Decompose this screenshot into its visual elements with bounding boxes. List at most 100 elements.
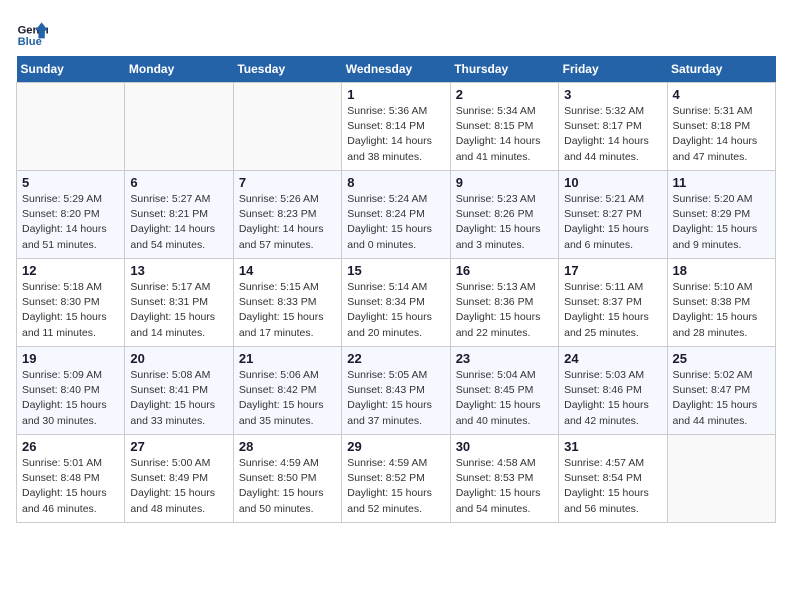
calendar-cell: 28 Sunrise: 4:59 AMSunset: 8:50 PMDayligh… <box>233 435 341 523</box>
weekday-header-monday: Monday <box>125 56 233 83</box>
calendar-cell: 19 Sunrise: 5:09 AMSunset: 8:40 PMDayligh… <box>17 347 125 435</box>
day-number: 23 <box>456 351 553 366</box>
day-number: 31 <box>564 439 661 454</box>
day-info: Sunrise: 5:24 AMSunset: 8:24 PMDaylight:… <box>347 192 444 253</box>
calendar-cell: 11 Sunrise: 5:20 AMSunset: 8:29 PMDayligh… <box>667 171 775 259</box>
weekday-header-tuesday: Tuesday <box>233 56 341 83</box>
page-header: General Blue <box>16 16 776 48</box>
day-number: 8 <box>347 175 444 190</box>
calendar-cell: 9 Sunrise: 5:23 AMSunset: 8:26 PMDaylight… <box>450 171 558 259</box>
day-info: Sunrise: 5:34 AMSunset: 8:15 PMDaylight:… <box>456 104 553 165</box>
calendar-cell: 27 Sunrise: 5:00 AMSunset: 8:49 PMDayligh… <box>125 435 233 523</box>
day-number: 24 <box>564 351 661 366</box>
calendar-cell <box>233 83 341 171</box>
day-number: 2 <box>456 87 553 102</box>
day-info: Sunrise: 5:09 AMSunset: 8:40 PMDaylight:… <box>22 368 119 429</box>
day-info: Sunrise: 5:32 AMSunset: 8:17 PMDaylight:… <box>564 104 661 165</box>
day-number: 27 <box>130 439 227 454</box>
day-number: 21 <box>239 351 336 366</box>
calendar-cell <box>667 435 775 523</box>
calendar-cell: 4 Sunrise: 5:31 AMSunset: 8:18 PMDaylight… <box>667 83 775 171</box>
svg-text:Blue: Blue <box>18 36 42 48</box>
day-number: 11 <box>673 175 770 190</box>
calendar-cell <box>125 83 233 171</box>
day-number: 14 <box>239 263 336 278</box>
day-info: Sunrise: 5:04 AMSunset: 8:45 PMDaylight:… <box>456 368 553 429</box>
calendar-cell: 7 Sunrise: 5:26 AMSunset: 8:23 PMDaylight… <box>233 171 341 259</box>
calendar-cell: 17 Sunrise: 5:11 AMSunset: 8:37 PMDayligh… <box>559 259 667 347</box>
day-info: Sunrise: 5:20 AMSunset: 8:29 PMDaylight:… <box>673 192 770 253</box>
day-number: 25 <box>673 351 770 366</box>
day-info: Sunrise: 5:11 AMSunset: 8:37 PMDaylight:… <box>564 280 661 341</box>
calendar-cell: 29 Sunrise: 4:59 AMSunset: 8:52 PMDayligh… <box>342 435 450 523</box>
day-number: 30 <box>456 439 553 454</box>
weekday-header-friday: Friday <box>559 56 667 83</box>
day-number: 22 <box>347 351 444 366</box>
day-number: 18 <box>673 263 770 278</box>
day-number: 28 <box>239 439 336 454</box>
calendar-cell <box>17 83 125 171</box>
day-info: Sunrise: 5:13 AMSunset: 8:36 PMDaylight:… <box>456 280 553 341</box>
day-info: Sunrise: 5:01 AMSunset: 8:48 PMDaylight:… <box>22 456 119 517</box>
day-info: Sunrise: 5:06 AMSunset: 8:42 PMDaylight:… <box>239 368 336 429</box>
calendar-cell: 24 Sunrise: 5:03 AMSunset: 8:46 PMDayligh… <box>559 347 667 435</box>
calendar-cell: 31 Sunrise: 4:57 AMSunset: 8:54 PMDayligh… <box>559 435 667 523</box>
day-info: Sunrise: 5:31 AMSunset: 8:18 PMDaylight:… <box>673 104 770 165</box>
day-info: Sunrise: 5:14 AMSunset: 8:34 PMDaylight:… <box>347 280 444 341</box>
calendar-cell: 13 Sunrise: 5:17 AMSunset: 8:31 PMDayligh… <box>125 259 233 347</box>
calendar-cell: 10 Sunrise: 5:21 AMSunset: 8:27 PMDayligh… <box>559 171 667 259</box>
day-number: 19 <box>22 351 119 366</box>
day-number: 15 <box>347 263 444 278</box>
day-info: Sunrise: 5:26 AMSunset: 8:23 PMDaylight:… <box>239 192 336 253</box>
day-info: Sunrise: 5:05 AMSunset: 8:43 PMDaylight:… <box>347 368 444 429</box>
day-number: 4 <box>673 87 770 102</box>
calendar-cell: 3 Sunrise: 5:32 AMSunset: 8:17 PMDaylight… <box>559 83 667 171</box>
day-info: Sunrise: 5:27 AMSunset: 8:21 PMDaylight:… <box>130 192 227 253</box>
logo-icon: General Blue <box>16 16 48 48</box>
logo: General Blue <box>16 16 52 48</box>
weekday-header-sunday: Sunday <box>17 56 125 83</box>
day-number: 10 <box>564 175 661 190</box>
calendar-cell: 21 Sunrise: 5:06 AMSunset: 8:42 PMDayligh… <box>233 347 341 435</box>
day-info: Sunrise: 5:36 AMSunset: 8:14 PMDaylight:… <box>347 104 444 165</box>
calendar-cell: 12Sunrise: 5:18 AMSunset: 8:30 PMDayligh… <box>17 259 125 347</box>
calendar-cell: 23 Sunrise: 5:04 AMSunset: 8:45 PMDayligh… <box>450 347 558 435</box>
day-info: Sunrise: 5:03 AMSunset: 8:46 PMDaylight:… <box>564 368 661 429</box>
calendar-cell: 25 Sunrise: 5:02 AMSunset: 8:47 PMDayligh… <box>667 347 775 435</box>
day-number: 13 <box>130 263 227 278</box>
weekday-header-saturday: Saturday <box>667 56 775 83</box>
day-info: Sunrise: 5:02 AMSunset: 8:47 PMDaylight:… <box>673 368 770 429</box>
day-number: 1 <box>347 87 444 102</box>
day-info: Sunrise: 5:15 AMSunset: 8:33 PMDaylight:… <box>239 280 336 341</box>
day-info: Sunrise: 5:23 AMSunset: 8:26 PMDaylight:… <box>456 192 553 253</box>
day-number: 16 <box>456 263 553 278</box>
calendar-cell: 22 Sunrise: 5:05 AMSunset: 8:43 PMDayligh… <box>342 347 450 435</box>
day-number: 6 <box>130 175 227 190</box>
calendar-cell: 18Sunrise: 5:10 AMSunset: 8:38 PMDayligh… <box>667 259 775 347</box>
day-info: Sunrise: 4:59 AMSunset: 8:50 PMDaylight:… <box>239 456 336 517</box>
day-info: Sunrise: 5:21 AMSunset: 8:27 PMDaylight:… <box>564 192 661 253</box>
day-number: 7 <box>239 175 336 190</box>
day-info: Sunrise: 5:00 AMSunset: 8:49 PMDaylight:… <box>130 456 227 517</box>
day-info: Sunrise: 5:17 AMSunset: 8:31 PMDaylight:… <box>130 280 227 341</box>
calendar-cell: 1 Sunrise: 5:36 AMSunset: 8:14 PMDaylight… <box>342 83 450 171</box>
calendar-cell: 14 Sunrise: 5:15 AMSunset: 8:33 PMDayligh… <box>233 259 341 347</box>
day-info: Sunrise: 5:08 AMSunset: 8:41 PMDaylight:… <box>130 368 227 429</box>
calendar-cell: 6 Sunrise: 5:27 AMSunset: 8:21 PMDaylight… <box>125 171 233 259</box>
calendar-cell: 15 Sunrise: 5:14 AMSunset: 8:34 PMDayligh… <box>342 259 450 347</box>
calendar-cell: 30Sunrise: 4:58 AMSunset: 8:53 PMDayligh… <box>450 435 558 523</box>
calendar-cell: 2 Sunrise: 5:34 AMSunset: 8:15 PMDaylight… <box>450 83 558 171</box>
calendar-cell: 8 Sunrise: 5:24 AMSunset: 8:24 PMDaylight… <box>342 171 450 259</box>
calendar-cell: 16 Sunrise: 5:13 AMSunset: 8:36 PMDayligh… <box>450 259 558 347</box>
day-number: 9 <box>456 175 553 190</box>
day-number: 17 <box>564 263 661 278</box>
calendar-cell: 26 Sunrise: 5:01 AMSunset: 8:48 PMDayligh… <box>17 435 125 523</box>
day-number: 29 <box>347 439 444 454</box>
day-number: 5 <box>22 175 119 190</box>
day-info: Sunrise: 4:59 AMSunset: 8:52 PMDaylight:… <box>347 456 444 517</box>
day-info: Sunrise: 4:57 AMSunset: 8:54 PMDaylight:… <box>564 456 661 517</box>
day-number: 12 <box>22 263 119 278</box>
day-info: Sunrise: 5:29 AMSunset: 8:20 PMDaylight:… <box>22 192 119 253</box>
day-number: 26 <box>22 439 119 454</box>
day-number: 3 <box>564 87 661 102</box>
